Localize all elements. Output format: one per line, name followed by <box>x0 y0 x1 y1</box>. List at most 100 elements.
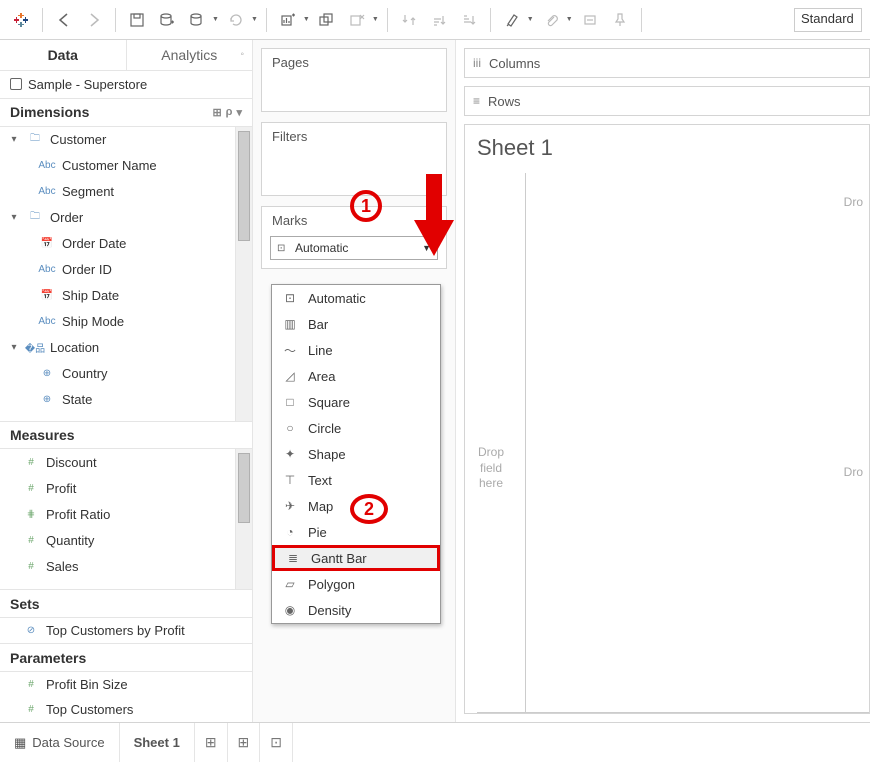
mark-option-pie[interactable]: ◔Pie <box>272 519 440 545</box>
field-sales[interactable]: #Sales <box>0 553 252 579</box>
pin-icon[interactable] <box>607 7 633 33</box>
dimensions-header: Dimensions ⊞ ρ ▾ <box>0 98 252 127</box>
line-icon: 〜 <box>282 342 298 359</box>
tab-analytics[interactable]: Analytics◦ <box>127 40 253 70</box>
mark-option-automatic[interactable]: ⊡Automatic <box>272 285 440 311</box>
scrollbar[interactable] <box>235 127 252 421</box>
mark-option-text[interactable]: ⊤Text <box>272 467 440 493</box>
mark-option-line[interactable]: 〜Line <box>272 337 440 363</box>
dimensions-tree: ▾🗀Customer AbcCustomer Name AbcSegment ▾… <box>0 127 252 421</box>
mark-option-bar[interactable]: ▥Bar <box>272 311 440 337</box>
field-order-id[interactable]: AbcOrder ID <box>0 257 252 283</box>
sort-desc-icon[interactable] <box>456 7 482 33</box>
mark-option-shape[interactable]: ✦Shape <box>272 441 440 467</box>
hierarchy-location[interactable]: ▾�品Location <box>0 335 252 361</box>
area-icon: ◿ <box>282 369 298 383</box>
field-customer-name[interactable]: AbcCustomer Name <box>0 153 252 179</box>
scrollbar[interactable] <box>235 449 252 589</box>
back-icon[interactable] <box>51 7 77 33</box>
new-story-tab-icon[interactable]: ⊡ <box>260 723 293 762</box>
polygon-icon: ▱ <box>282 577 298 591</box>
marks-title: Marks <box>262 207 446 234</box>
field-profit[interactable]: #Profit <box>0 475 252 501</box>
measures-tree: #Discount #Profit ⋕Profit Ratio #Quantit… <box>0 449 252 589</box>
duplicate-sheet-icon[interactable] <box>314 7 340 33</box>
view-pane: iiiColumns ≡Rows Sheet 1 Dro Drop field … <box>456 40 870 722</box>
tableau-logo-icon[interactable] <box>8 7 34 33</box>
datasource-tab-icon: ▦ <box>14 735 26 751</box>
parameters-header: Parameters <box>0 643 252 672</box>
forward-icon[interactable] <box>81 7 107 33</box>
folder-customer[interactable]: ▾🗀Customer <box>0 127 252 153</box>
highlight-icon[interactable] <box>499 7 525 33</box>
gantt-icon: ≣ <box>285 551 301 565</box>
swap-icon[interactable] <box>396 7 422 33</box>
mark-option-circle[interactable]: ○Circle <box>272 415 440 441</box>
field-state[interactable]: ⊕State <box>0 387 252 413</box>
bar-icon: ▥ <box>282 317 298 331</box>
marks-card: Marks ⊡Automatic ▼ <box>261 206 447 269</box>
mark-option-square[interactable]: □Square <box>272 389 440 415</box>
pause-updates-icon[interactable] <box>184 7 210 33</box>
new-datasource-icon[interactable] <box>154 7 180 33</box>
menu-chevron-icon[interactable]: ▾ <box>236 106 242 119</box>
field-quantity[interactable]: #Quantity <box>0 527 252 553</box>
field-profit-ratio[interactable]: ⋕Profit Ratio <box>0 501 252 527</box>
param-profit-bin[interactable]: #Profit Bin Size <box>0 672 252 697</box>
circle-icon: ○ <box>282 421 298 435</box>
mark-option-density[interactable]: ◉Density <box>272 597 440 623</box>
drop-hint-center: Drop field here <box>471 445 511 492</box>
field-country[interactable]: ⊕Country <box>0 361 252 387</box>
viz-canvas[interactable]: Sheet 1 Dro Drop field here Dro <box>464 124 870 714</box>
folder-order[interactable]: ▾🗀Order <box>0 205 252 231</box>
mark-option-polygon[interactable]: ▱Polygon <box>272 571 440 597</box>
top-toolbar: ▼ ▼ ▼ ▼ ▼ ▼ Standard <box>0 0 870 40</box>
save-icon[interactable] <box>124 7 150 33</box>
field-discount[interactable]: #Discount <box>0 449 252 475</box>
field-ship-date[interactable]: 📅Ship Date <box>0 283 252 309</box>
view-toggle-icon[interactable]: ⊞ <box>212 106 221 119</box>
set-top-customers[interactable]: ⊘Top Customers by Profit <box>0 618 252 643</box>
param-top-customers[interactable]: #Top Customers <box>0 697 252 722</box>
data-pane: Data Analytics◦ Sample - Superstore Dime… <box>0 40 253 722</box>
fit-select[interactable]: Standard <box>794 8 862 32</box>
datasource-item[interactable]: Sample - Superstore <box>0 71 252 98</box>
measures-header: Measures <box>0 421 252 450</box>
tab-sheet1[interactable]: Sheet 1 <box>120 723 195 762</box>
chevron-down-icon: ▼ <box>422 243 431 253</box>
new-worksheet-tab-icon[interactable]: ⊞ <box>195 723 228 762</box>
sheet-title[interactable]: Sheet 1 <box>477 135 553 161</box>
refresh-icon[interactable] <box>223 7 249 33</box>
tab-data[interactable]: Data <box>0 40 127 70</box>
text-icon: ⊤ <box>282 473 298 487</box>
auto-icon: ⊡ <box>282 291 298 305</box>
square-icon: □ <box>282 395 298 409</box>
new-worksheet-icon[interactable] <box>275 7 301 33</box>
columns-icon: iii <box>473 56 481 70</box>
sheet-tabs: ▦Data Source Sheet 1 ⊞ ⊞ ⊡ <box>0 722 870 762</box>
field-segment[interactable]: AbcSegment <box>0 179 252 205</box>
mark-option-area[interactable]: ◿Area <box>272 363 440 389</box>
mark-option-gantt[interactable]: ≣Gantt Bar <box>272 545 440 571</box>
clear-sheet-icon[interactable] <box>344 7 370 33</box>
map-icon: ✈ <box>282 499 298 513</box>
tab-datasource[interactable]: ▦Data Source <box>0 723 120 762</box>
sort-asc-icon[interactable] <box>426 7 452 33</box>
attachment-icon[interactable] <box>538 7 564 33</box>
text-type-icon: ⊡ <box>277 243 291 254</box>
mark-type-menu: ⊡Automatic ▥Bar 〜Line ◿Area □Square ○Cir… <box>271 284 441 624</box>
mark-option-map[interactable]: ✈Map <box>272 493 440 519</box>
rows-icon: ≡ <box>473 94 480 108</box>
mark-type-select[interactable]: ⊡Automatic ▼ <box>270 236 438 260</box>
density-icon: ◉ <box>282 603 298 617</box>
field-order-date[interactable]: 📅Order Date <box>0 231 252 257</box>
label-icon[interactable] <box>577 7 603 33</box>
rows-shelf[interactable]: ≡Rows <box>464 86 870 116</box>
field-ship-mode[interactable]: AbcShip Mode <box>0 309 252 335</box>
pages-card[interactable]: Pages <box>261 48 447 112</box>
search-icon[interactable]: ρ <box>226 106 233 118</box>
drop-hint: Dro <box>844 195 863 209</box>
new-dashboard-tab-icon[interactable]: ⊞ <box>228 723 261 762</box>
filters-card[interactable]: Filters <box>261 122 447 196</box>
columns-shelf[interactable]: iiiColumns <box>464 48 870 78</box>
